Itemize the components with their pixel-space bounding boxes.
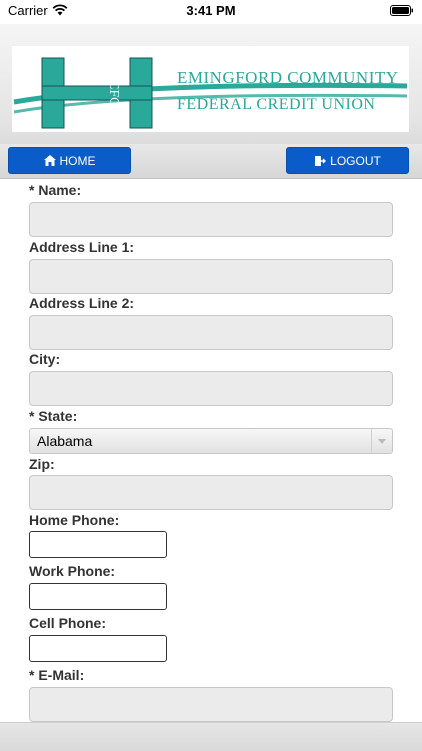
logout-button[interactable]: LOGOUT <box>286 147 409 174</box>
credit-union-logo: CFCU EMINGFORD COMMUNITY FEDERAL CREDIT … <box>12 46 409 132</box>
logo-text-line1: EMINGFORD COMMUNITY <box>177 68 399 87</box>
home-phone-input[interactable] <box>29 531 167 558</box>
zip-input[interactable] <box>29 475 393 510</box>
address-line2-input[interactable] <box>29 315 393 350</box>
address-line1-input[interactable] <box>29 259 393 294</box>
city-label: City: <box>29 351 61 367</box>
contact-form: * Name: Address Line 1: Address Line 2: … <box>29 178 393 723</box>
work-phone-label: Work Phone: <box>29 563 116 579</box>
nav-bar: HOME LOGOUT <box>0 144 422 179</box>
home-icon <box>43 155 56 166</box>
logo-text-line2: FEDERAL CREDIT UNION <box>177 96 376 113</box>
name-input[interactable] <box>29 202 393 237</box>
city-input[interactable] <box>29 371 393 406</box>
logout-button-label: LOGOUT <box>330 153 381 168</box>
footer-bar <box>0 722 422 751</box>
state-select[interactable]: Alabama <box>29 428 393 454</box>
name-label: * Name: <box>29 182 82 198</box>
email-label: * E-Mail: <box>29 667 85 683</box>
battery-icon <box>390 5 413 16</box>
chevron-down-icon <box>371 429 392 453</box>
logout-icon <box>315 155 327 166</box>
logo-graphic: CFCU <box>13 57 408 129</box>
svg-text:CFCU: CFCU <box>106 80 121 117</box>
address2-label: Address Line 2: <box>29 295 135 311</box>
home-button-label: HOME <box>59 153 96 168</box>
home-phone-label: Home Phone: <box>29 512 120 528</box>
work-phone-input[interactable] <box>29 583 167 610</box>
header: CFCU EMINGFORD COMMUNITY FEDERAL CREDIT … <box>0 24 422 144</box>
state-label: * State: <box>29 408 78 424</box>
zip-label: Zip: <box>29 456 55 472</box>
state-selected-value: Alabama <box>37 433 93 449</box>
email-input[interactable] <box>29 687 393 722</box>
home-button[interactable]: HOME <box>8 147 131 174</box>
clock: 3:41 PM <box>186 3 236 18</box>
cell-phone-label: Cell Phone: <box>29 615 107 631</box>
status-bar: Carrier 3:41 PM <box>0 0 422 24</box>
cell-phone-input[interactable] <box>29 635 167 662</box>
address1-label: Address Line 1: <box>29 239 135 255</box>
